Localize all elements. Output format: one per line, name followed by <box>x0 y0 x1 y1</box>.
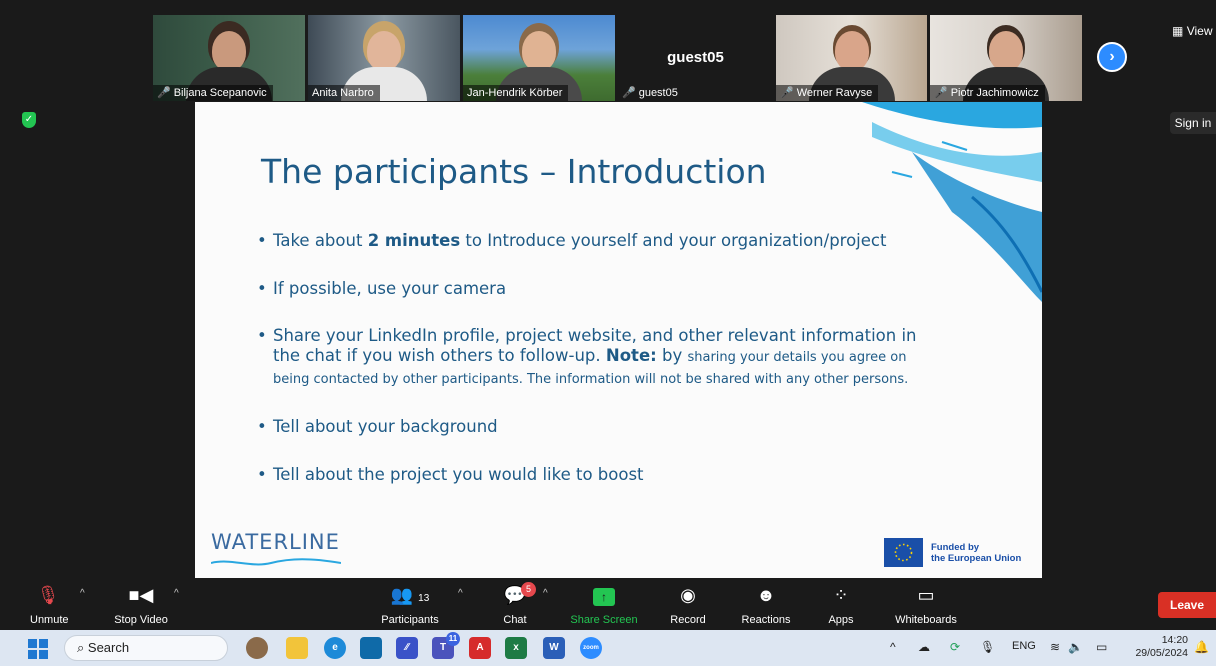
participant-name: guest05 <box>638 87 678 99</box>
taskbar-search[interactable]: ⌕ Search <box>64 635 228 661</box>
whiteboard-icon: ▭ <box>917 585 935 605</box>
pen-app-icon[interactable]: ∕∕ <box>396 637 418 659</box>
zoom-meeting-window: 🎤 Biljana Scepanovic Anita Narbro Jan-Hen… <box>0 0 1216 666</box>
sign-in-button[interactable]: Sign in <box>1170 112 1216 134</box>
waterline-logo: WATERLINE <box>211 530 340 554</box>
mic-muted-icon: 🎤 <box>780 87 794 99</box>
battery-icon[interactable]: ▭ <box>1096 640 1107 654</box>
bullet-item: Tell about your background <box>257 416 1037 438</box>
bullet-item: Share your LinkedIn profile, project web… <box>257 326 1037 390</box>
participant-name: Jan-Hendrik Körber <box>467 87 563 99</box>
chat-button[interactable]: 💬 5 Chat <box>500 582 536 626</box>
next-page-button[interactable]: › <box>1097 42 1127 72</box>
mic-muted-icon: 🎤 <box>622 87 636 99</box>
participants-button[interactable]: 👥 13 Participants <box>378 584 442 626</box>
language-indicator[interactable]: ENG <box>1012 640 1036 652</box>
logo-wave-icon <box>211 558 341 566</box>
apps-button[interactable]: ⁘ Apps <box>826 584 856 626</box>
meeting-controls: 🎙 Unmute ^ ■◀ Stop Video ^ 👥 13 Particip… <box>0 578 1216 630</box>
participant-tile-4[interactable]: guest05 🎤 guest05 <box>618 15 773 101</box>
file-explorer-icon[interactable] <box>286 637 308 659</box>
guest-display-name: guest05 <box>667 49 724 66</box>
chat-badge: 5 <box>521 582 536 597</box>
microphone-icon[interactable]: 🎙 <box>980 640 995 654</box>
audio-options-caret-icon[interactable]: ^ <box>80 588 85 599</box>
grid-icon: ▦ <box>1172 24 1184 38</box>
mic-muted-icon: 🎤 <box>934 87 948 99</box>
mic-muted-icon: 🎙 <box>36 585 60 605</box>
edge-browser-icon[interactable]: e <box>324 637 346 659</box>
otter-widget-icon[interactable] <box>246 637 268 659</box>
excel-icon[interactable]: x <box>505 637 527 659</box>
record-icon: ◉ <box>680 585 696 605</box>
taskbar-clock[interactable]: 14:20 29/05/2024 <box>1126 634 1188 660</box>
participant-tile-6[interactable]: 🎤 Piotr Jachimowicz <box>930 15 1082 101</box>
windows-taskbar: ⌕ Search e ∕∕ T 11 A x W zoom ^ ☁ ⟳ 🎙 ENG… <box>0 630 1216 666</box>
video-options-caret-icon[interactable]: ^ <box>174 588 179 599</box>
view-button[interactable]: ▦ View <box>1172 24 1212 38</box>
teams-icon[interactable]: T 11 <box>432 632 460 659</box>
bullet-item: If possible, use your camera <box>257 278 1037 300</box>
apps-grid-icon: ⁘ <box>833 585 849 605</box>
sync-icon[interactable]: ⟳ <box>950 640 960 654</box>
mic-muted-icon: 🎤 <box>157 87 171 99</box>
participant-name: Anita Narbro <box>312 87 374 99</box>
shared-slide: The participants – Introduction Take abo… <box>195 102 1042 578</box>
teams-badge: 11 <box>446 632 460 646</box>
show-hidden-icons-caret-icon[interactable]: ^ <box>890 640 896 654</box>
eu-flag-icon <box>884 538 923 567</box>
cloud-icon[interactable]: ☁ <box>918 640 930 654</box>
reactions-button[interactable]: ☻ Reactions <box>739 584 793 626</box>
people-icon: 👥 <box>390 585 414 605</box>
windows-start-icon[interactable] <box>28 639 48 659</box>
participant-name: Piotr Jachimowicz <box>950 87 1039 99</box>
video-camera-icon: ■◀ <box>128 585 154 605</box>
participant-tile-1[interactable]: 🎤 Biljana Scepanovic <box>153 15 305 101</box>
participant-tile-2[interactable]: Anita Narbro <box>308 15 460 101</box>
smiley-plus-icon: ☻ <box>756 585 776 605</box>
participant-strip: 🎤 Biljana Scepanovic Anita Narbro Jan-Hen… <box>0 0 1216 102</box>
participants-caret-icon[interactable]: ^ <box>458 588 463 599</box>
whiteboards-button[interactable]: ▭ Whiteboards <box>891 584 961 626</box>
unmute-button[interactable]: 🎙 Unmute <box>30 584 69 626</box>
bullet-item: Take about 2 minutes to Introduce yourse… <box>257 230 1037 252</box>
acrobat-icon[interactable]: A <box>469 637 491 659</box>
share-arrow-icon: ↑ <box>593 588 615 606</box>
wifi-icon[interactable]: ≋ <box>1050 640 1060 654</box>
security-shield-icon[interactable]: ✓ <box>22 112 36 128</box>
zoom-icon[interactable]: zoom <box>580 637 602 659</box>
slide-title: The participants – Introduction <box>261 152 767 191</box>
stop-video-button[interactable]: ■◀ Stop Video <box>110 584 172 626</box>
share-screen-button[interactable]: ↑ Share Screen <box>569 584 639 626</box>
participant-name: Biljana Scepanovic <box>173 87 267 99</box>
notification-bell-icon[interactable]: 🔔 <box>1194 640 1209 654</box>
store-icon[interactable] <box>360 637 382 659</box>
participant-tile-3[interactable]: Jan-Hendrik Körber <box>463 15 615 101</box>
word-icon[interactable]: W <box>543 637 565 659</box>
search-icon: ⌕ <box>77 640 85 655</box>
chat-caret-icon[interactable]: ^ <box>543 588 548 599</box>
eu-funding-badge: Funded by the European Union <box>884 538 1021 567</box>
slide-bullets: Take about 2 minutes to Introduce yourse… <box>257 230 1037 512</box>
participant-name: Werner Ravyse <box>796 87 873 99</box>
bullet-item: Tell about the project you would like to… <box>257 464 1037 486</box>
participant-tile-5[interactable]: 🎤 Werner Ravyse <box>776 15 927 101</box>
speaker-icon[interactable]: 🔈 <box>1068 640 1083 654</box>
record-button[interactable]: ◉ Record <box>668 584 708 626</box>
leave-button[interactable]: Leave <box>1158 592 1216 618</box>
